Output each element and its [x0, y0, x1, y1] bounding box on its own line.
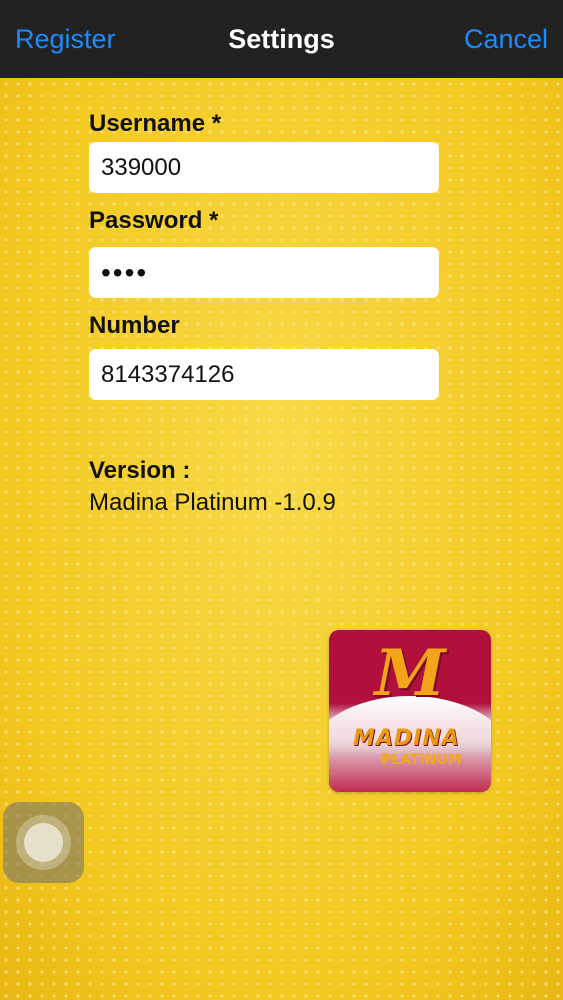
register-button[interactable]: Register	[15, 24, 116, 55]
password-label: Password *	[89, 207, 219, 234]
logo-monogram: M	[374, 636, 446, 711]
password-field[interactable]: ••••	[89, 247, 439, 298]
username-label: Username *	[89, 110, 222, 137]
cancel-button[interactable]: Cancel	[464, 24, 548, 55]
version-label: Version :	[89, 457, 191, 484]
username-field[interactable]: 339000	[89, 142, 439, 193]
settings-content: Username * 339000 Password * •••• Number…	[0, 78, 563, 1000]
logo-subtitle: PLATINUM	[381, 752, 462, 768]
number-label: Number	[89, 312, 180, 339]
madina-platinum-logo: M MADINA PLATINUM	[329, 630, 491, 792]
logo-name: MADINA	[353, 726, 460, 751]
assistive-touch-button[interactable]	[3, 802, 84, 883]
version-value: Madina Platinum -1.0.9	[89, 489, 336, 516]
nav-bar: Register Settings Cancel	[0, 0, 563, 78]
assistive-dot-icon	[24, 823, 63, 862]
number-field[interactable]: 8143374126	[89, 349, 439, 400]
